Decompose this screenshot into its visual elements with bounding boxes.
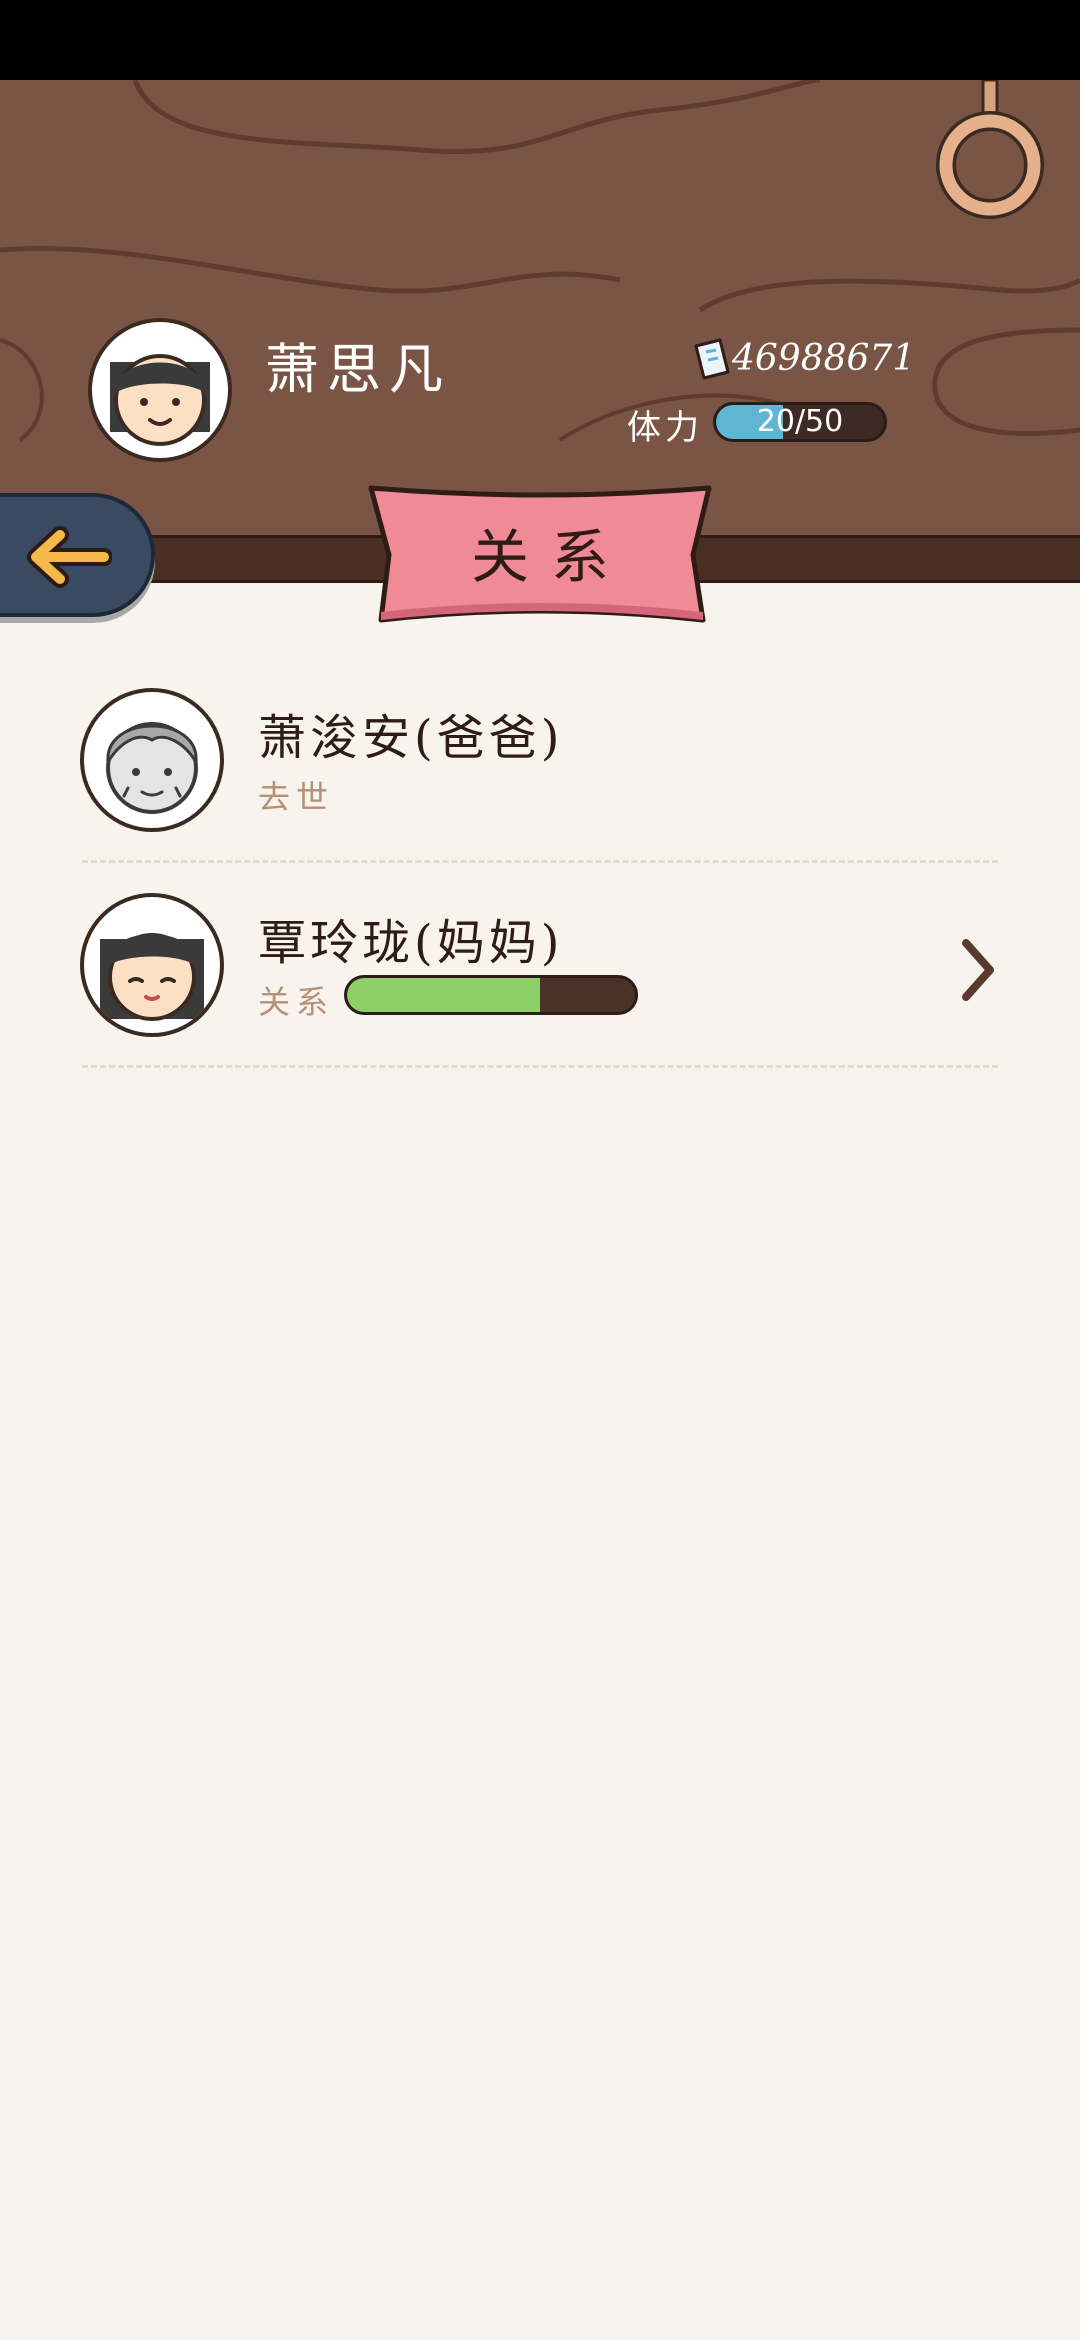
stamina-bar: 20/50 <box>713 402 887 442</box>
boy-face-icon <box>110 354 210 446</box>
wood-grain <box>0 80 1080 442</box>
ring-icon[interactable] <box>935 80 1045 220</box>
relation-name: 萧浚安(爸爸) <box>258 710 564 766</box>
stamina-label: 体力 <box>627 408 703 448</box>
divider <box>82 860 998 863</box>
player-name: 萧思凡 <box>265 338 451 401</box>
relation-bar-label: 关系 <box>258 983 335 1021</box>
relation-row-father[interactable]: 萧浚安(爸爸) 去世 <box>80 680 1000 880</box>
relation-status: 去世 <box>258 778 335 816</box>
header-wood-panel <box>0 80 1080 535</box>
coin-count: 46988671 <box>732 338 916 379</box>
back-button[interactable] <box>0 493 155 617</box>
banknote-icon <box>694 338 730 380</box>
relation-row-mother[interactable]: 覃玲珑(妈妈) 关系 <box>80 885 1000 1085</box>
woman-face-icon <box>100 933 204 1021</box>
woman-avatar <box>80 893 224 1037</box>
stamina-value: 20/50 <box>756 404 844 439</box>
player-avatar[interactable] <box>88 318 232 462</box>
relationship-bar-fill <box>347 978 540 1012</box>
elderly-man-icon <box>106 722 198 814</box>
relation-name: 覃玲珑(妈妈) <box>258 915 564 971</box>
back-arrow-icon <box>27 526 112 588</box>
elderly-man-avatar <box>80 688 224 832</box>
page-title: 关系 <box>470 523 631 591</box>
chevron-right-icon[interactable] <box>960 937 996 1003</box>
relationship-bar <box>344 975 638 1015</box>
divider <box>82 1065 998 1068</box>
status-bar <box>0 0 1080 80</box>
